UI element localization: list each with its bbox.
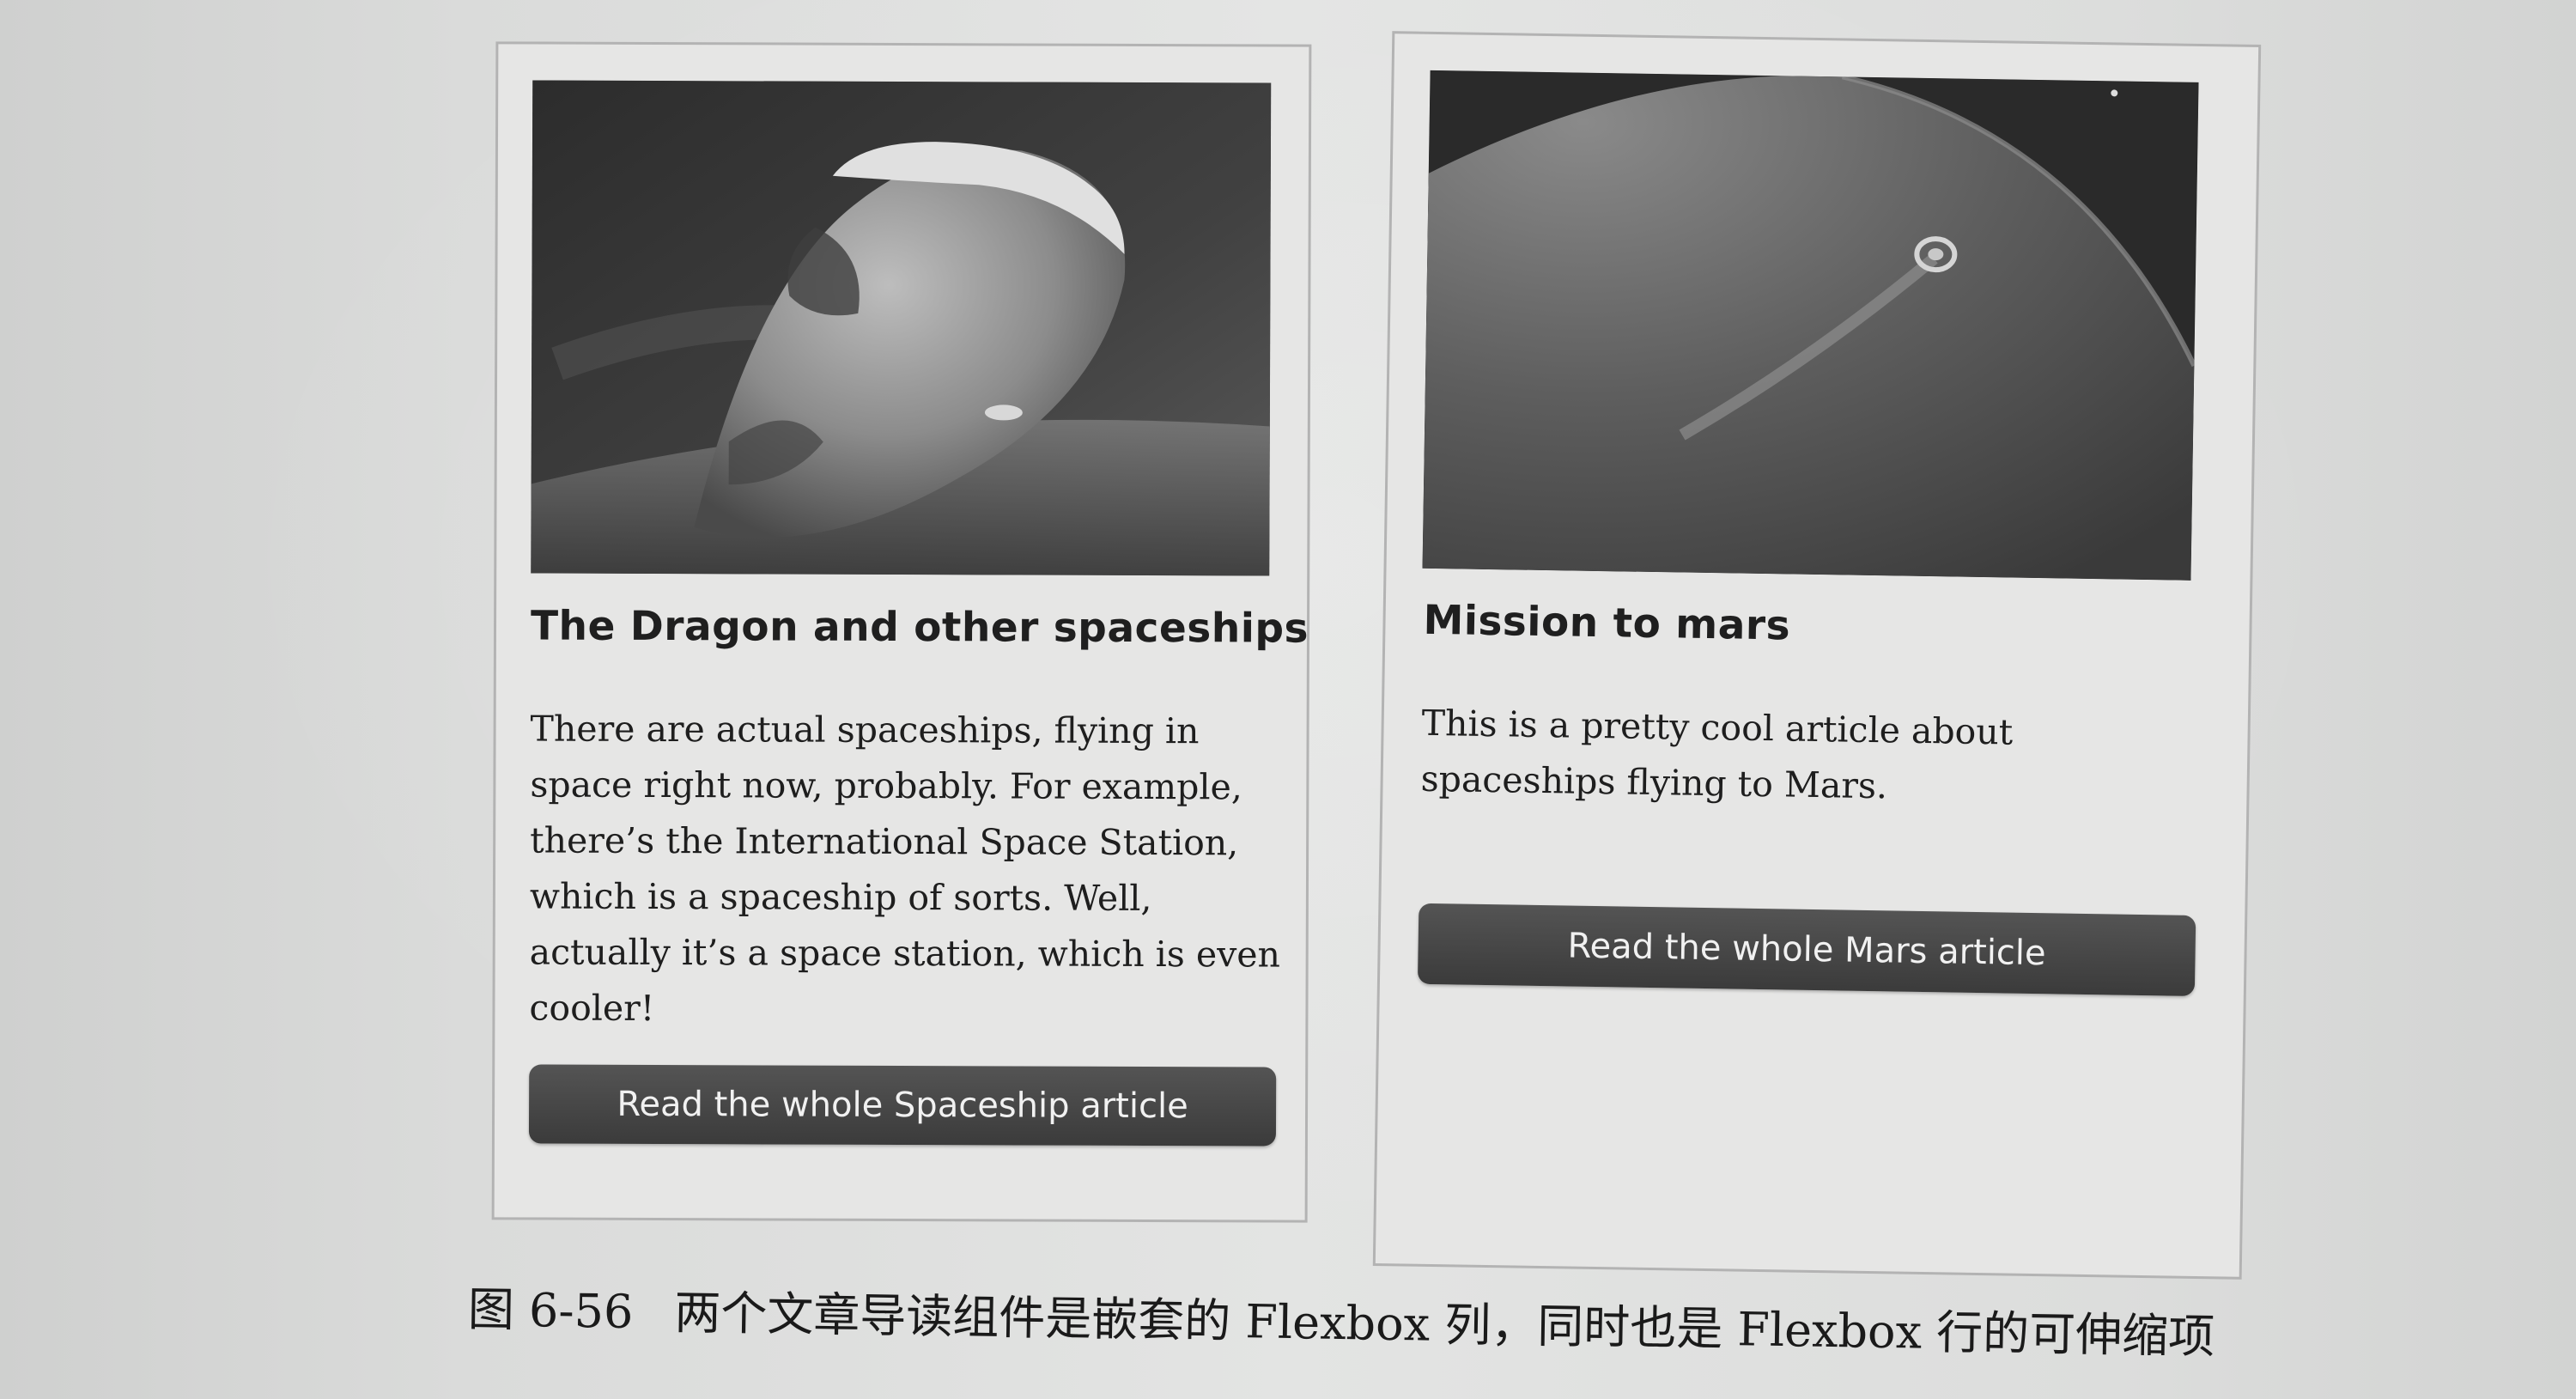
read-spaceship-article-button[interactable]: Read the whole Spaceship article bbox=[528, 1064, 1277, 1147]
article-title: Mission to mars bbox=[1423, 596, 1791, 650]
figure-caption: 图 6-56 两个文章导读组件是嵌套的 Flexbox 列，同时也是 Flexbo… bbox=[467, 1271, 2271, 1367]
read-mars-article-button[interactable]: Read the whole Mars article bbox=[1417, 903, 2196, 996]
mars-illustration bbox=[1422, 70, 2199, 581]
spaceship-illustration bbox=[531, 80, 1272, 576]
mars-image bbox=[1422, 70, 2199, 581]
article-summary: There are actual spaceships, flying in s… bbox=[529, 708, 1281, 1029]
article-title: The Dragon and other spaceships bbox=[530, 602, 1309, 653]
article-teaser-mars: Mission to mars This is a pretty cool ar… bbox=[1372, 31, 2262, 1280]
spaceship-image bbox=[531, 80, 1272, 576]
article-teaser-spaceships: The Dragon and other spaceships There ar… bbox=[491, 41, 1312, 1223]
figure-number: 图 6-56 bbox=[467, 1282, 634, 1340]
caption-text: 两个文章导读组件是嵌套的 Flexbox 列，同时也是 Flexbox 行的可伸… bbox=[673, 1285, 2215, 1364]
article-summary: This is a pretty cool article about spac… bbox=[1420, 702, 2014, 807]
